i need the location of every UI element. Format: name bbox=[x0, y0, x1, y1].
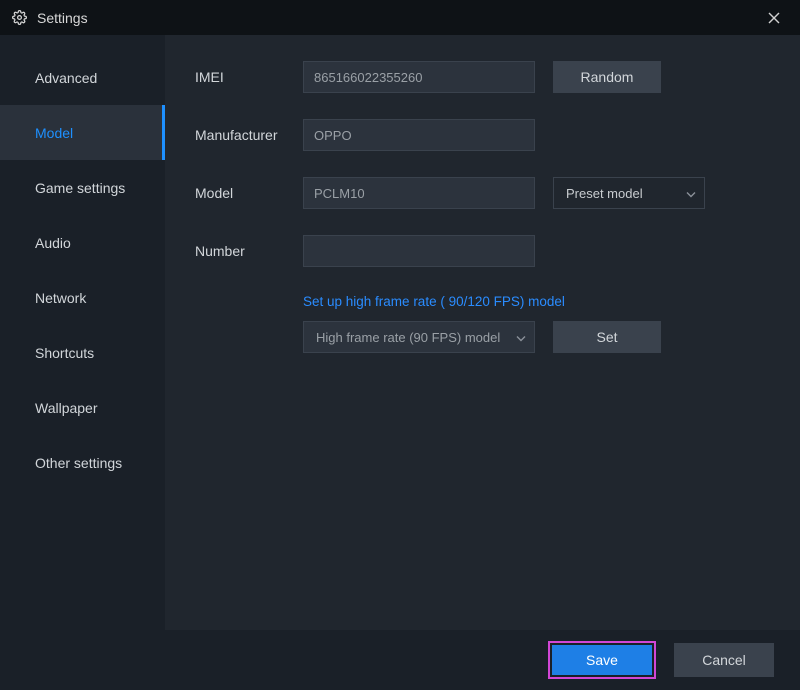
model-value: PCLM10 bbox=[314, 186, 365, 201]
chevron-down-icon bbox=[686, 186, 696, 201]
sidebar-item-label: Audio bbox=[35, 235, 71, 251]
save-button-highlight: Save bbox=[548, 641, 656, 679]
sidebar-item-label: Network bbox=[35, 290, 86, 306]
titlebar: Settings bbox=[0, 0, 800, 35]
preset-model-dropdown[interactable]: Preset model bbox=[553, 177, 705, 209]
sidebar-item-model[interactable]: Model bbox=[0, 105, 165, 160]
number-label: Number bbox=[195, 243, 303, 259]
manufacturer-label: Manufacturer bbox=[195, 127, 303, 143]
high-fps-link[interactable]: Set up high frame rate ( 90/120 FPS) mod… bbox=[303, 294, 565, 309]
sidebar-item-wallpaper[interactable]: Wallpaper bbox=[0, 380, 165, 435]
settings-window: Settings Advanced Model Game settings Au… bbox=[0, 0, 800, 690]
sidebar-item-audio[interactable]: Audio bbox=[0, 215, 165, 270]
set-button[interactable]: Set bbox=[553, 321, 661, 353]
cancel-button[interactable]: Cancel bbox=[674, 643, 774, 677]
sidebar-item-other-settings[interactable]: Other settings bbox=[0, 435, 165, 490]
sidebar-item-label: Game settings bbox=[35, 180, 125, 196]
close-icon[interactable] bbox=[760, 4, 788, 32]
footer: Save Cancel bbox=[0, 630, 800, 690]
model-label: Model bbox=[195, 185, 303, 201]
chevron-down-icon bbox=[516, 330, 526, 345]
sidebar-item-advanced[interactable]: Advanced bbox=[0, 50, 165, 105]
manufacturer-input[interactable]: OPPO bbox=[303, 119, 535, 151]
sidebar-item-game-settings[interactable]: Game settings bbox=[0, 160, 165, 215]
sidebar-item-shortcuts[interactable]: Shortcuts bbox=[0, 325, 165, 380]
sidebar-item-network[interactable]: Network bbox=[0, 270, 165, 325]
model-input[interactable]: PCLM10 bbox=[303, 177, 535, 209]
imei-label: IMEI bbox=[195, 69, 303, 85]
imei-value: 865166022355260 bbox=[314, 70, 422, 85]
sidebar: Advanced Model Game settings Audio Netwo… bbox=[0, 35, 165, 630]
manufacturer-value: OPPO bbox=[314, 128, 352, 143]
window-title: Settings bbox=[37, 10, 88, 26]
sidebar-item-label: Advanced bbox=[35, 70, 97, 86]
gear-icon bbox=[12, 10, 27, 25]
sidebar-item-label: Shortcuts bbox=[35, 345, 94, 361]
imei-input[interactable]: 865166022355260 bbox=[303, 61, 535, 93]
save-button[interactable]: Save bbox=[552, 645, 652, 675]
random-button[interactable]: Random bbox=[553, 61, 661, 93]
settings-panel-model: IMEI 865166022355260 Random Manufacturer… bbox=[165, 35, 800, 630]
sidebar-item-label: Wallpaper bbox=[35, 400, 98, 416]
number-input[interactable] bbox=[303, 235, 535, 267]
fps-model-dropdown[interactable]: High frame rate (90 FPS) model bbox=[303, 321, 535, 353]
sidebar-item-label: Other settings bbox=[35, 455, 122, 471]
sidebar-item-label: Model bbox=[35, 125, 73, 141]
